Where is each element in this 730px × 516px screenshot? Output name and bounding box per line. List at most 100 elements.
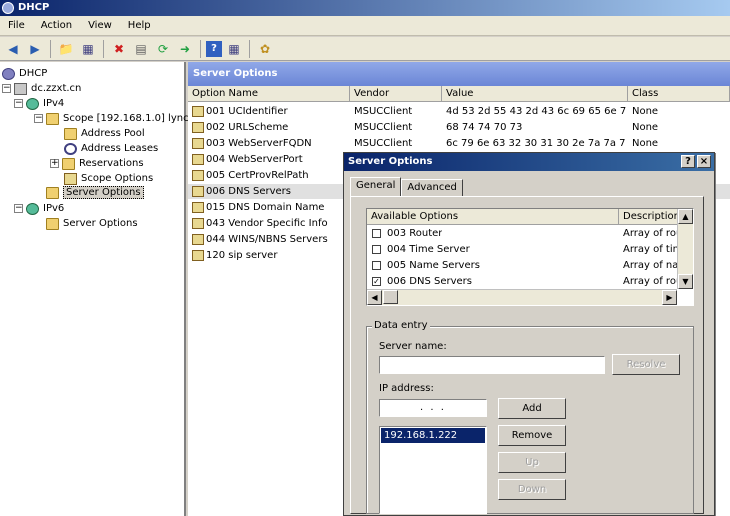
- window-title: DHCP: [18, 2, 50, 13]
- option-checkbox[interactable]: [372, 261, 381, 270]
- down-button[interactable]: Down: [498, 479, 566, 500]
- list-item[interactable]: 003 Router Array of rout: [367, 226, 677, 242]
- options-icon[interactable]: ✿: [255, 39, 275, 59]
- option-checkbox[interactable]: [372, 229, 381, 238]
- ipv4-icon: [26, 97, 39, 110]
- toolbar-separator: [50, 39, 51, 58]
- ip-address-input[interactable]: . . .: [379, 399, 487, 417]
- tree-node-address-leases[interactable]: Address Leases: [64, 141, 158, 156]
- tree-node-server-options-v4[interactable]: Server Options: [46, 185, 144, 200]
- table-row[interactable]: 001 UCIdentifier MSUCClient 4d 53 2d 55 …: [188, 104, 730, 119]
- folder-icon: [62, 157, 75, 170]
- server-options-dialog: Server Options ? × General Advanced Avai…: [343, 152, 715, 516]
- column-option-name[interactable]: Option Name: [188, 86, 350, 102]
- up-folder-icon[interactable]: 📁: [56, 39, 76, 59]
- vertical-scrollbar[interactable]: ▲ ▼: [677, 209, 693, 289]
- window-titlebar: DHCP: [0, 0, 730, 16]
- properties-icon[interactable]: ▤: [131, 39, 151, 59]
- resolve-button[interactable]: Resolve: [612, 354, 680, 375]
- column-vendor[interactable]: Vendor: [350, 86, 442, 102]
- ipv6-icon: [26, 202, 39, 215]
- list-item[interactable]: 005 Name Servers Array of nam: [367, 258, 677, 274]
- toolbar: ◀ ▶ 📁 ▦ ✖ ▤ ⟳ ➜ ? ▦ ✿: [0, 37, 730, 61]
- up-button[interactable]: Up: [498, 452, 566, 473]
- close-button[interactable]: ×: [697, 155, 711, 168]
- help-button[interactable]: ?: [681, 155, 695, 168]
- menu-view[interactable]: View: [80, 20, 120, 31]
- list-item[interactable]: ✓ 006 DNS Servers Array of rout: [367, 274, 677, 290]
- view-icon[interactable]: ▦: [224, 39, 244, 59]
- clock-icon: [64, 142, 77, 155]
- column-available-options[interactable]: Available Options: [367, 209, 619, 225]
- dhcp-icon: [2, 67, 15, 80]
- tree-node-scope-options[interactable]: Scope Options: [64, 171, 153, 186]
- option-icon: [192, 249, 204, 261]
- scroll-right-icon[interactable]: ▶: [662, 290, 677, 305]
- ip-address-list[interactable]: 192.168.1.222: [379, 426, 487, 514]
- option-icon: [192, 105, 204, 117]
- dialog-titlebar: Server Options ? ×: [344, 153, 714, 171]
- folder-icon: [46, 217, 59, 230]
- menu-action[interactable]: Action: [33, 20, 80, 31]
- menu-bar: File Action View Help: [0, 16, 730, 36]
- option-checkbox[interactable]: [372, 245, 381, 254]
- toolbar-separator: [200, 39, 201, 58]
- scroll-up-icon[interactable]: ▲: [678, 209, 693, 224]
- tree-node-server-options-v6[interactable]: Server Options: [46, 216, 138, 231]
- option-icon: [192, 185, 204, 197]
- horizontal-scrollbar[interactable]: ◀ ▶: [367, 289, 677, 305]
- option-icon: [192, 217, 204, 229]
- list-item[interactable]: 004 Time Server Array of time: [367, 242, 677, 258]
- show-tree-icon[interactable]: ▦: [78, 39, 98, 59]
- column-class[interactable]: Class: [628, 86, 730, 102]
- dialog-tabs: General Advanced: [350, 177, 463, 197]
- scroll-thumb[interactable]: [383, 290, 398, 304]
- column-description[interactable]: Description: [619, 209, 677, 225]
- collapse-icon[interactable]: −: [14, 99, 23, 108]
- server-icon: [14, 82, 27, 95]
- tab-advanced[interactable]: Advanced: [401, 179, 463, 197]
- option-icon: [192, 137, 204, 149]
- column-headers: Option Name Vendor Value Class: [188, 86, 730, 102]
- menu-help[interactable]: Help: [120, 20, 159, 31]
- menu-file[interactable]: File: [0, 20, 33, 31]
- collapse-icon[interactable]: −: [2, 84, 11, 93]
- option-icon: [192, 121, 204, 133]
- tree-node-server[interactable]: − dc.zzxt.cn: [2, 81, 81, 96]
- scroll-down-icon[interactable]: ▼: [678, 274, 693, 289]
- collapse-icon[interactable]: −: [14, 204, 23, 213]
- server-name-input[interactable]: [379, 356, 605, 374]
- tree-node-reservations[interactable]: + Reservations: [50, 156, 144, 171]
- tree-node-scope[interactable]: − Scope [192.168.1.0] lync: [34, 111, 189, 126]
- data-entry-label: Data entry: [372, 320, 430, 331]
- column-value[interactable]: Value: [442, 86, 628, 102]
- table-row[interactable]: 003 WebServerFQDN MSUCClient 6c 79 6e 63…: [188, 136, 730, 151]
- remove-button[interactable]: Remove: [498, 425, 566, 446]
- scroll-left-icon[interactable]: ◀: [367, 290, 382, 305]
- tree-node-ipv6[interactable]: − IPv6: [14, 201, 64, 216]
- help-icon[interactable]: ?: [206, 40, 222, 57]
- collapse-icon[interactable]: −: [34, 114, 43, 123]
- available-options-list[interactable]: Available Options Description 003 Router…: [366, 208, 694, 306]
- tree-node-ipv4[interactable]: − IPv4: [14, 96, 64, 111]
- folder-icon: [64, 127, 77, 140]
- export-icon[interactable]: ➜: [175, 39, 195, 59]
- tree-node-dhcp[interactable]: DHCP: [2, 66, 47, 81]
- tree-node-address-pool[interactable]: Address Pool: [64, 126, 145, 141]
- delete-icon[interactable]: ✖: [109, 39, 129, 59]
- tab-general[interactable]: General: [350, 177, 402, 197]
- dhcp-app-icon: [2, 2, 14, 14]
- table-row[interactable]: 002 URLScheme MSUCClient 68 74 74 70 73 …: [188, 120, 730, 135]
- scope-folder-icon: [46, 112, 59, 125]
- ip-address-label: IP address:: [379, 383, 434, 394]
- expand-icon[interactable]: +: [50, 159, 59, 168]
- details-header: Server Options: [188, 62, 730, 86]
- list-header: Available Options Description: [367, 209, 677, 225]
- add-button[interactable]: Add: [498, 398, 566, 419]
- back-icon[interactable]: ◀: [3, 39, 23, 59]
- toolbar-separator: [249, 39, 250, 58]
- forward-icon[interactable]: ▶: [25, 39, 45, 59]
- option-checkbox-checked[interactable]: ✓: [372, 277, 381, 286]
- refresh-icon[interactable]: ⟳: [153, 39, 173, 59]
- list-item-selected[interactable]: 192.168.1.222: [381, 428, 485, 443]
